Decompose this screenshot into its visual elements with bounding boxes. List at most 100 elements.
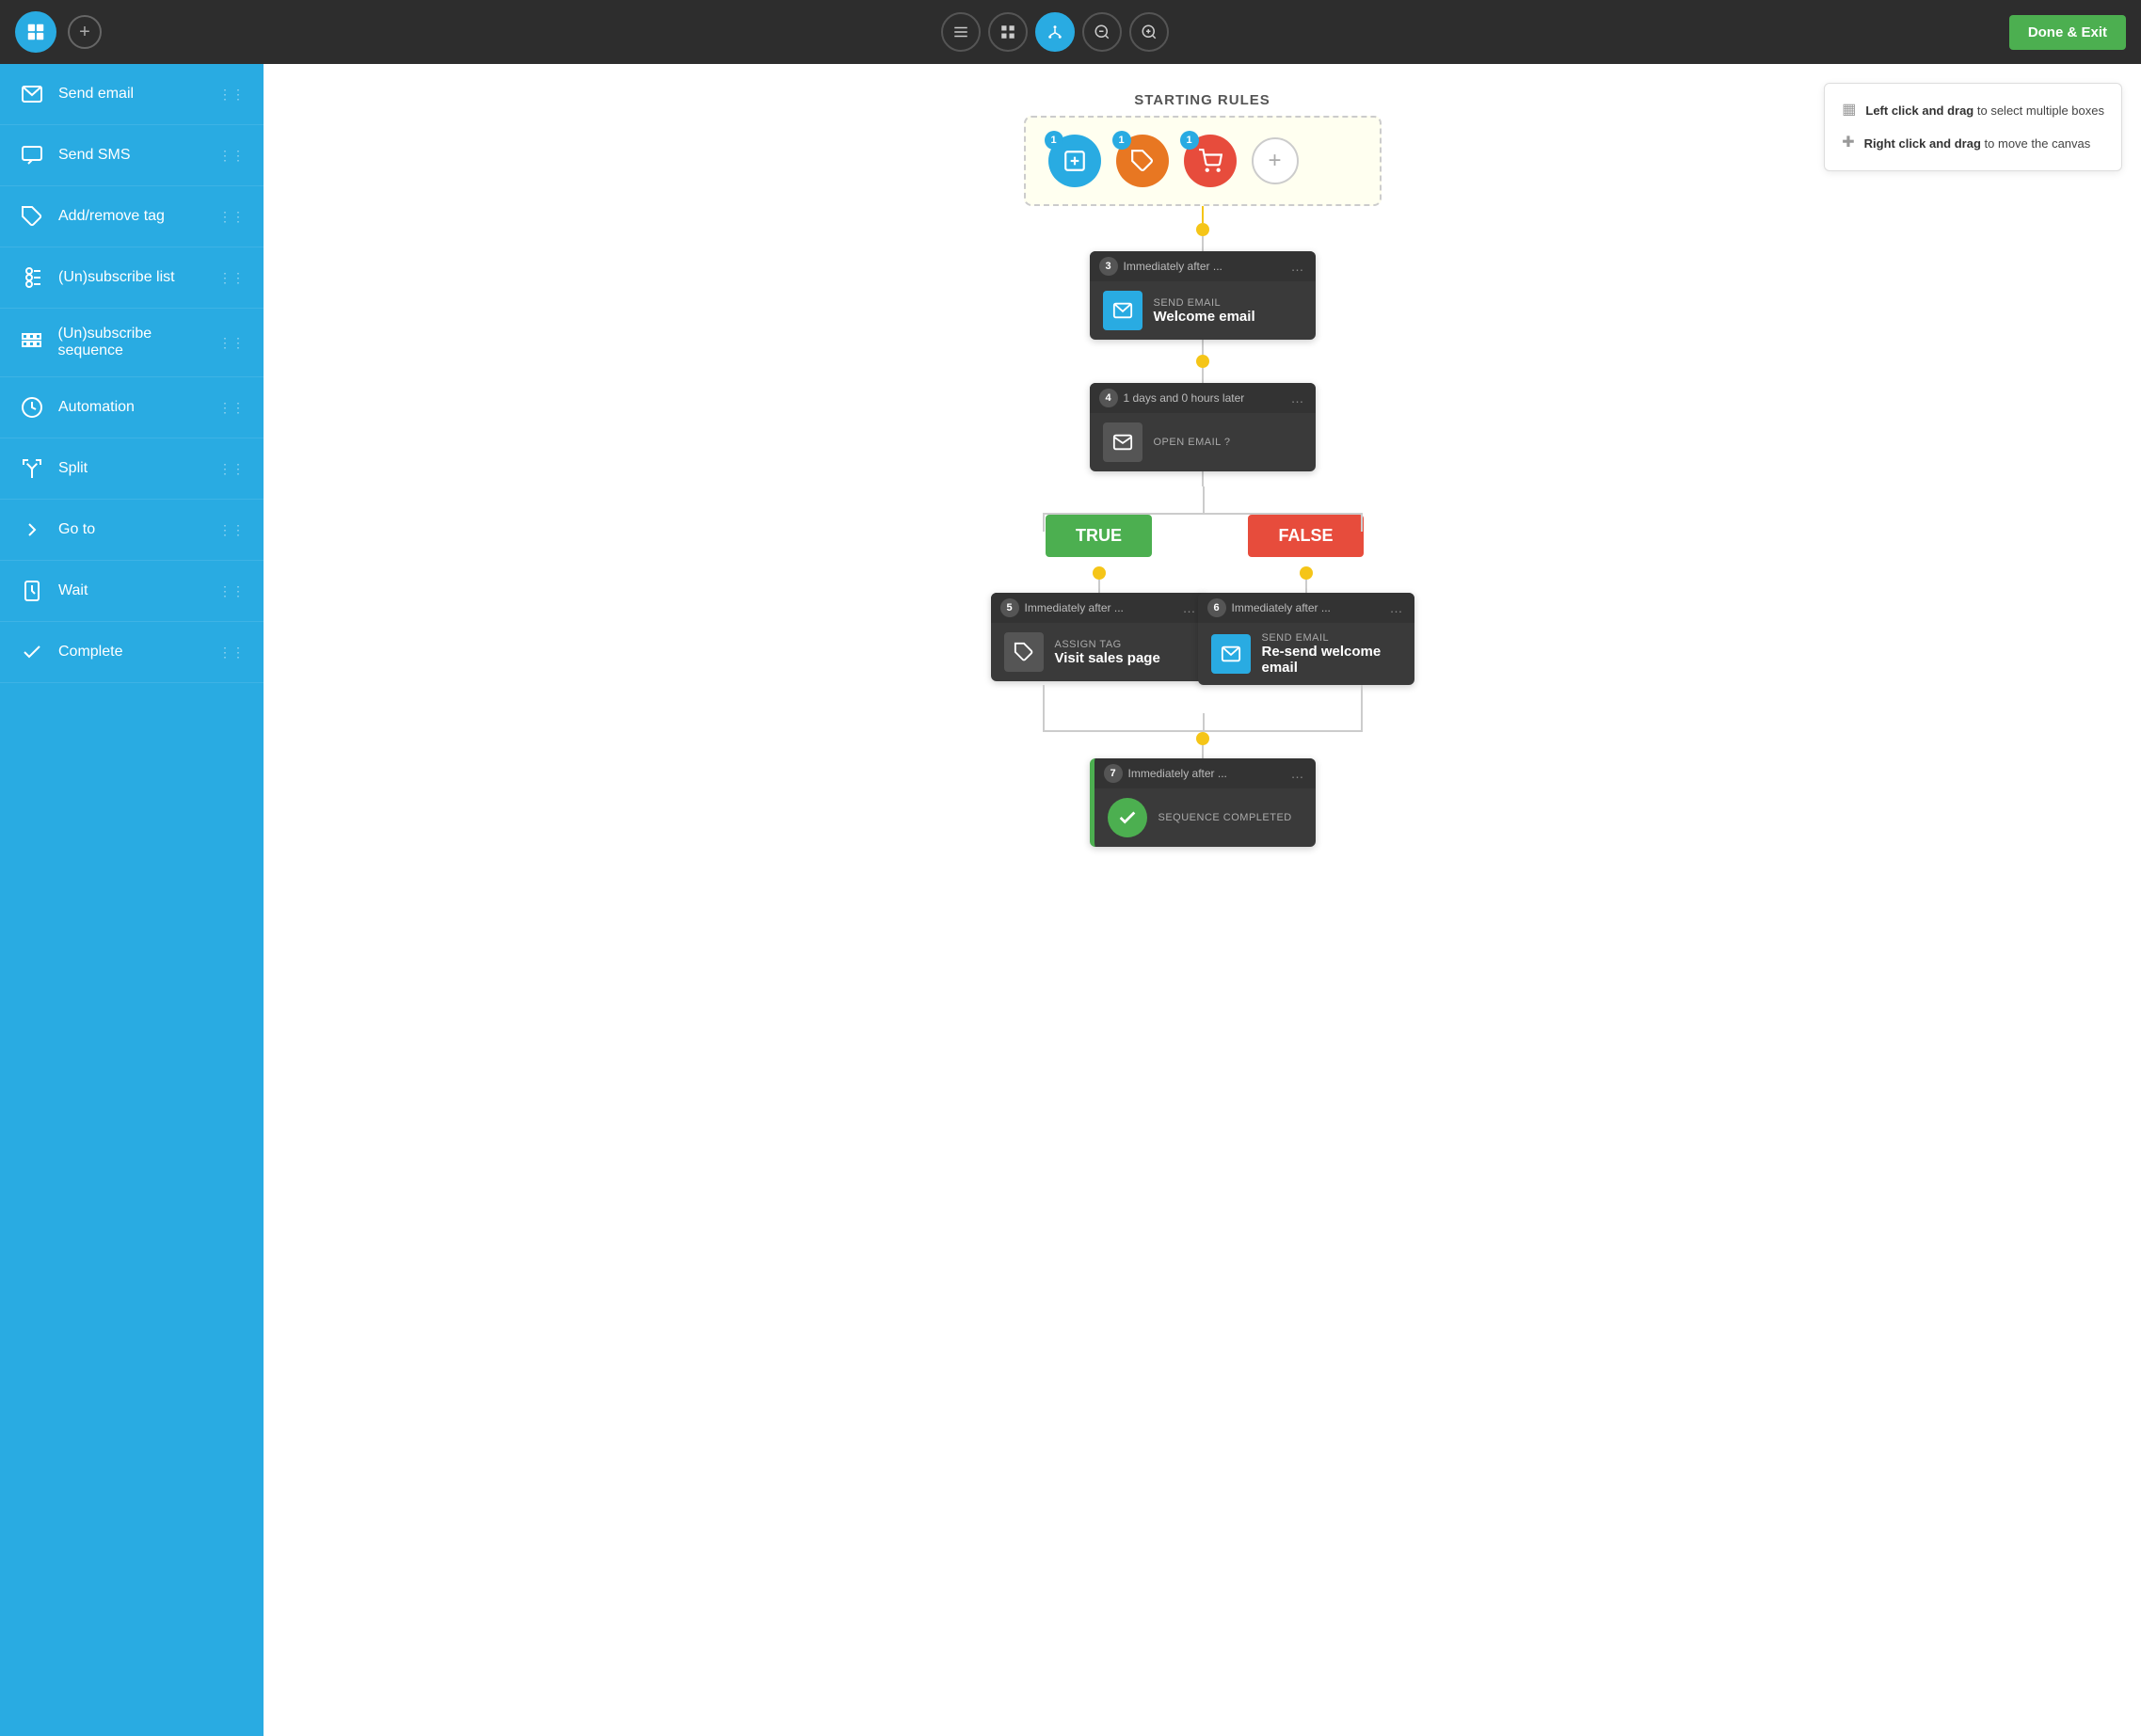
node-5-title: Visit sales page <box>1055 650 1160 666</box>
branch-connector <box>1043 486 1363 515</box>
node-4-header-text: 1 days and 0 hours later <box>1124 391 1245 405</box>
rule-badge-1: 1 <box>1045 131 1063 150</box>
node-3-header: 3 Immediately after ... … <box>1090 251 1316 281</box>
node-4-badge: 4 <box>1099 389 1118 407</box>
connector-line-1 <box>1202 206 1204 223</box>
topbar-center-controls <box>941 12 1169 52</box>
sidebar-label-send-sms: Send SMS <box>58 147 130 164</box>
branch-row: TRUE 5 Immediately after ... … <box>1043 515 1363 685</box>
zoom-in-button[interactable] <box>1129 12 1169 52</box>
open-email-icon <box>1103 422 1142 462</box>
connector-dot-true <box>1093 566 1106 580</box>
node-3-menu[interactable]: … <box>1291 259 1306 274</box>
list-icon <box>19 264 45 291</box>
node-5-menu[interactable]: … <box>1183 600 1198 615</box>
node-5-body: ASSIGN TAG Visit sales page <box>991 623 1207 681</box>
rule-badge-2: 1 <box>1112 131 1131 150</box>
rule-icon-2[interactable]: 1 <box>1116 135 1169 187</box>
node-5-header-text: Immediately after ... <box>1025 601 1124 614</box>
node-sequence-complete[interactable]: 7 Immediately after ... … SEQUENCE COMPL… <box>1090 758 1316 847</box>
drag-handle[interactable]: ⋮⋮ <box>218 583 245 599</box>
node-resend-email[interactable]: 6 Immediately after ... … SEND <box>1198 593 1414 685</box>
node-6-title: Re-send welcome email <box>1262 644 1401 676</box>
rule-icon-1[interactable]: 1 <box>1048 135 1101 187</box>
node-send-email-welcome[interactable]: 3 Immediately after ... … SEND EMAIL Wel… <box>1090 251 1316 340</box>
connector-line-2 <box>1202 236 1204 251</box>
add-rule-button[interactable]: + <box>1252 137 1299 184</box>
starting-rules-section: STARTING RULES 1 1 <box>292 92 2113 847</box>
node-3-type-label: SEND EMAIL <box>1154 297 1255 309</box>
node-5-type-label: ASSIGN TAG <box>1055 639 1160 650</box>
node-7-header-text: Immediately after ... <box>1128 767 1227 780</box>
main-layout: ⋮ Send email ⋮⋮ Send SMS ⋮⋮ <box>0 64 2141 1736</box>
done-exit-button[interactable]: Done & Exit <box>2009 15 2126 50</box>
node-3-badge: 3 <box>1099 257 1118 276</box>
node-4-menu[interactable]: … <box>1291 390 1306 406</box>
node-assign-tag[interactable]: 5 Immediately after ... … ASSIG <box>991 593 1207 681</box>
wait-icon <box>19 578 45 604</box>
node-3-body: SEND EMAIL Welcome email <box>1090 281 1316 340</box>
node-7-menu[interactable]: … <box>1291 766 1306 781</box>
node-7-type-label: SEQUENCE COMPLETED <box>1158 812 1292 823</box>
sidebar-label-wait: Wait <box>58 582 88 599</box>
sms-icon <box>19 142 45 168</box>
drag-handle[interactable]: ⋮⋮ <box>218 209 245 225</box>
assign-tag-icon <box>1004 632 1044 672</box>
merge-connector <box>1043 685 1363 732</box>
sidebar-label-go-to: Go to <box>58 521 95 538</box>
node-7-body: SEQUENCE COMPLETED <box>1094 788 1316 847</box>
drag-handle[interactable]: ⋮⋮ <box>218 270 245 286</box>
drag-handle[interactable]: ⋮⋮ <box>218 645 245 661</box>
drag-handle[interactable]: ⋮⋮ <box>218 148 245 164</box>
drag-handle[interactable]: ⋮⋮ <box>218 87 245 103</box>
flow-canvas: STARTING RULES 1 1 <box>264 64 2141 1099</box>
node-6-type-label: SEND EMAIL <box>1262 632 1401 644</box>
drag-handle[interactable]: ⋮⋮ <box>218 461 245 477</box>
app-logo[interactable] <box>15 11 56 53</box>
sidebar-item-wait[interactable]: Wait ⋮⋮ <box>0 561 264 622</box>
node-3-header-text: Immediately after ... <box>1124 260 1222 273</box>
sidebar-item-unsubscribe-list[interactable]: (Un)subscribe list ⋮⋮ <box>0 247 264 309</box>
topbar: + Done & Exit <box>0 0 2141 64</box>
node-7-header: 7 Immediately after ... … <box>1094 758 1316 788</box>
rule-icon-3[interactable]: 1 <box>1184 135 1237 187</box>
hint-box: ▦ Left click and drag to select multiple… <box>1824 83 2122 171</box>
list-view-button[interactable] <box>941 12 981 52</box>
sequence-icon <box>19 329 45 356</box>
drag-handle[interactable]: ⋮⋮ <box>218 335 245 351</box>
sidebar-label-unsubscribe-sequence: (Un)subscribe sequence <box>58 326 218 359</box>
sidebar-item-add-remove-tag[interactable]: Add/remove tag ⋮⋮ <box>0 186 264 247</box>
true-branch: TRUE 5 Immediately after ... … <box>1024 515 1174 681</box>
grid-view-button[interactable] <box>988 12 1028 52</box>
node-6-body: SEND EMAIL Re-send welcome email <box>1198 623 1414 685</box>
zoom-out-button[interactable] <box>1082 12 1122 52</box>
rule-badge-3: 1 <box>1180 131 1199 150</box>
sidebar-item-go-to[interactable]: Go to ⋮⋮ <box>0 500 264 561</box>
false-branch: FALSE 6 Immediately after ... … <box>1231 515 1382 685</box>
right-click-rest: to move the canvas <box>1985 136 2091 151</box>
sidebar-item-complete[interactable]: Complete ⋮⋮ <box>0 622 264 683</box>
canvas-area[interactable]: ▦ Left click and drag to select multiple… <box>264 64 2141 1736</box>
connector-line-6 <box>1202 745 1204 758</box>
connector-line-3 <box>1202 340 1204 355</box>
tag-icon <box>19 203 45 230</box>
drag-handle[interactable]: ⋮⋮ <box>218 522 245 538</box>
sidebar-item-split[interactable]: Split ⋮⋮ <box>0 438 264 500</box>
add-button[interactable]: + <box>68 15 102 49</box>
node-6-menu[interactable]: … <box>1390 600 1405 615</box>
drag-handle[interactable]: ⋮⋮ <box>218 400 245 416</box>
sidebar-item-automation[interactable]: Automation ⋮⋮ <box>0 377 264 438</box>
node-7-badge: 7 <box>1104 764 1123 783</box>
sidebar-label-send-email: Send email <box>58 86 134 103</box>
select-hint-icon: ▦ <box>1842 97 1856 124</box>
sidebar-label-complete: Complete <box>58 644 122 661</box>
sidebar: ⋮ Send email ⋮⋮ Send SMS ⋮⋮ <box>0 64 264 1736</box>
sidebar-item-unsubscribe-sequence[interactable]: (Un)subscribe sequence ⋮⋮ <box>0 309 264 377</box>
flow-view-button[interactable] <box>1035 12 1075 52</box>
node-open-email[interactable]: 4 1 days and 0 hours later … OPEN EMAIL … <box>1090 383 1316 471</box>
sidebar-item-send-email[interactable]: Send email ⋮⋮ <box>0 64 264 125</box>
node-6-badge: 6 <box>1207 598 1226 617</box>
sidebar-label-split: Split <box>58 460 88 477</box>
sidebar-label-unsubscribe-list: (Un)subscribe list <box>58 269 175 286</box>
sidebar-item-send-sms[interactable]: Send SMS ⋮⋮ <box>0 125 264 186</box>
